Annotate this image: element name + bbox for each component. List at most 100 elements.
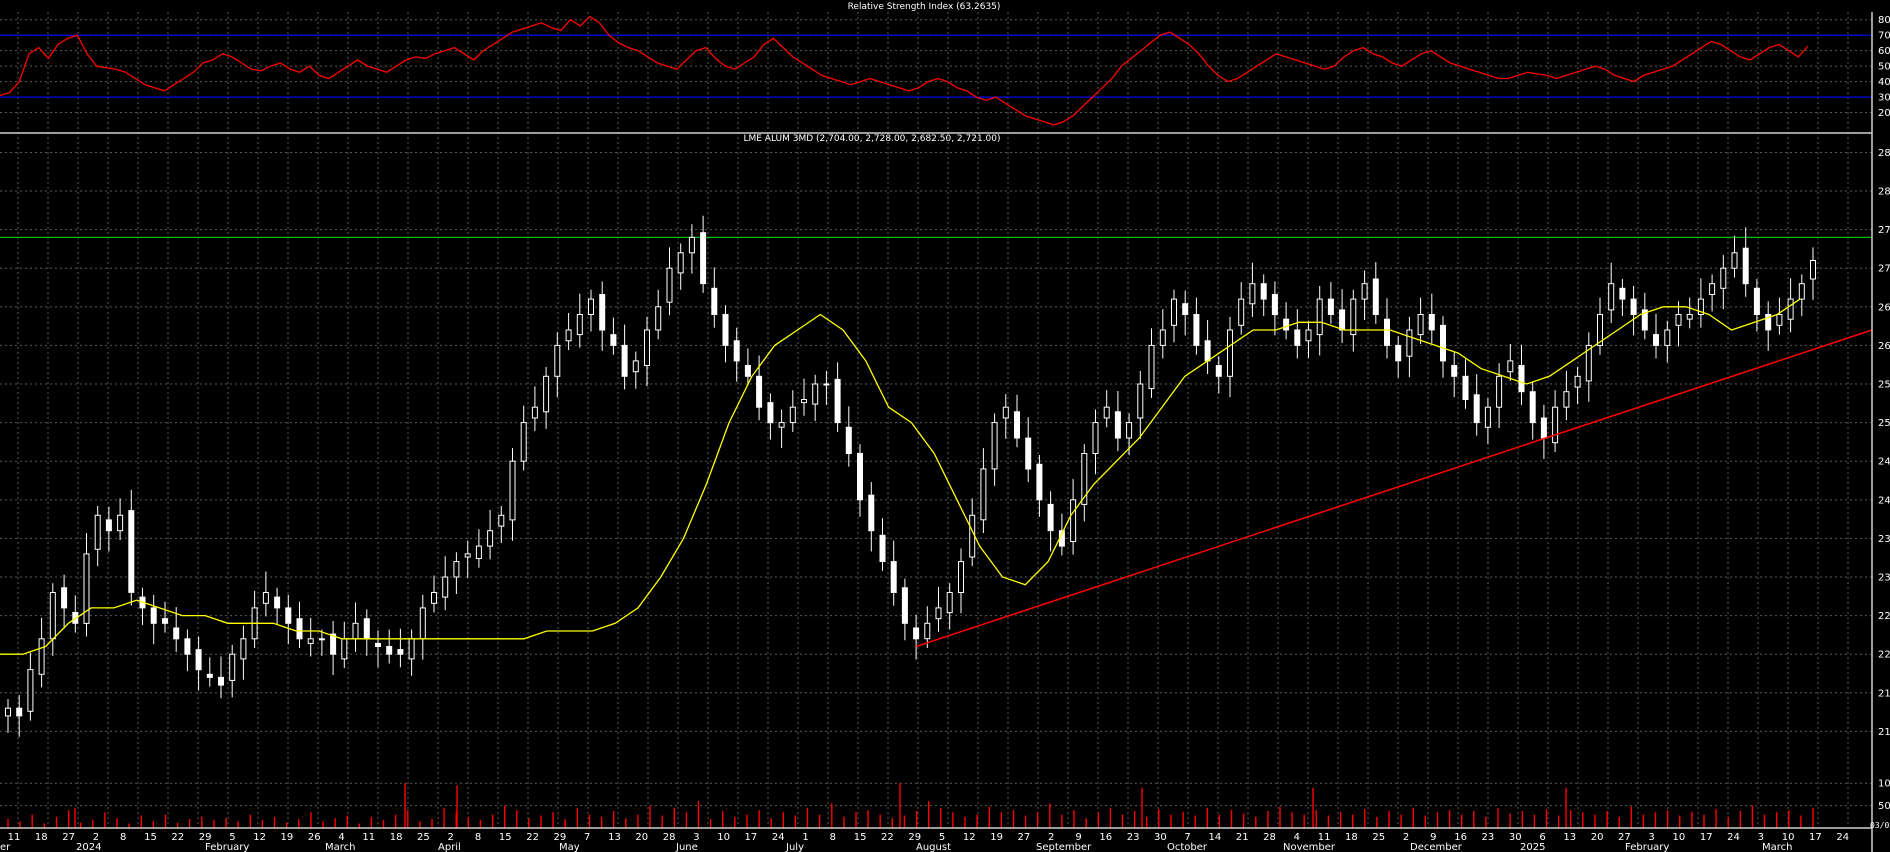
x-day-label: 15 <box>854 832 867 843</box>
corner-note: 03/03 <box>1870 821 1890 830</box>
candle-body <box>419 607 426 640</box>
price-tick-label: 260 <box>1878 341 1890 352</box>
x-day-label: 12 <box>253 832 266 843</box>
x-day-label: 18 <box>35 832 48 843</box>
volume-tick-label: 50 <box>1878 801 1890 812</box>
candle-body <box>1395 344 1402 362</box>
candle-body <box>1070 499 1077 542</box>
candle-body <box>218 676 224 686</box>
x-day-label: 15 <box>499 832 512 843</box>
candle-body <box>1776 314 1783 326</box>
x-day-label: 23 <box>1127 832 1140 843</box>
rsi-tick-label: 50 <box>1878 62 1890 73</box>
x-day-label: 11 <box>362 832 375 843</box>
candle-body <box>195 649 202 671</box>
x-day-label: 15 <box>144 832 157 843</box>
x-day-label: 24 <box>772 832 785 843</box>
candle-body <box>1664 329 1671 346</box>
x-month-label: June <box>675 842 698 852</box>
x-day-label: 18 <box>390 832 403 843</box>
price-tick-label: 215 <box>1878 688 1890 699</box>
candle-body <box>27 669 34 712</box>
candle-body <box>442 576 449 598</box>
price-tick-label: 240 <box>1878 495 1890 506</box>
candle-body <box>857 453 863 501</box>
candle-body <box>1406 329 1413 357</box>
candle-body <box>621 344 628 377</box>
candle-body <box>801 399 807 404</box>
candle-body <box>330 633 337 655</box>
candle-body <box>789 406 796 424</box>
candle-body <box>1182 303 1189 316</box>
x-day-label: 22 <box>526 832 539 843</box>
candle-body <box>352 622 359 640</box>
price-tick-label: 230 <box>1878 573 1890 584</box>
candle-body <box>162 618 168 624</box>
candle-body <box>1114 411 1121 439</box>
candle-body <box>173 627 180 640</box>
x-month-label: August <box>916 842 951 852</box>
candle-body <box>38 638 45 675</box>
candle-body <box>969 514 976 558</box>
candle-body <box>655 306 662 331</box>
candle-body <box>1103 406 1110 419</box>
price-tick-label: 270 <box>1878 264 1890 275</box>
candle-body <box>1159 329 1166 346</box>
candle-body <box>1686 314 1693 320</box>
candle-body <box>1462 375 1469 400</box>
x-month-label: May <box>559 842 580 852</box>
x-month-label: March <box>325 842 355 852</box>
candle-body <box>1440 324 1446 362</box>
candle-body <box>958 561 964 593</box>
x-day-label: 27 <box>1018 832 1031 843</box>
candle-body <box>1529 391 1536 424</box>
candle-body <box>520 422 527 462</box>
candle-body <box>240 638 247 660</box>
candle-body <box>184 638 191 655</box>
candle-body <box>913 627 920 640</box>
candle-body <box>1204 340 1211 362</box>
candle-body <box>307 638 314 644</box>
candle-body <box>1126 422 1133 439</box>
candle-body <box>229 653 236 681</box>
x-day-label: 17 <box>1700 832 1713 843</box>
candle-body <box>576 314 583 336</box>
rsi-tick-label: 20 <box>1878 108 1890 119</box>
candle-body <box>1327 298 1334 316</box>
candle-body <box>1171 298 1177 326</box>
candle-body <box>1518 365 1525 393</box>
candle-body <box>1540 417 1547 439</box>
candle-body <box>375 642 381 648</box>
candle-body <box>688 236 695 254</box>
candle-body <box>318 638 325 641</box>
candle-body <box>408 638 415 660</box>
candle-body <box>1507 360 1514 373</box>
rsi-tick-label: 60 <box>1878 46 1890 57</box>
x-day-label: 26 <box>308 832 321 843</box>
price-tick-label: 285 <box>1878 148 1890 159</box>
x-month-label: November <box>1283 842 1336 852</box>
x-day-label: 17 <box>745 832 758 843</box>
candle-body <box>677 252 684 274</box>
candle-body <box>49 592 56 640</box>
price-tick-label: 255 <box>1878 380 1890 391</box>
candle-body <box>778 422 785 428</box>
candle-body <box>946 592 953 614</box>
candle-body <box>464 553 471 558</box>
candle-body <box>1619 287 1626 300</box>
x-day-label: 8 <box>830 832 836 843</box>
candle-body <box>1451 365 1458 377</box>
candle-body <box>386 646 393 655</box>
candle-body <box>1787 298 1794 320</box>
candle-body <box>128 510 135 593</box>
candle-body <box>901 587 908 624</box>
candle-body <box>610 334 617 346</box>
candle-body <box>296 618 303 640</box>
candle-body <box>1047 503 1054 532</box>
candle-body <box>1731 252 1738 269</box>
candle-body <box>105 519 112 532</box>
candle-body <box>5 707 11 717</box>
candle-body <box>487 530 494 547</box>
rsi-tick-label: 30 <box>1878 93 1890 104</box>
candle-body <box>94 514 101 550</box>
